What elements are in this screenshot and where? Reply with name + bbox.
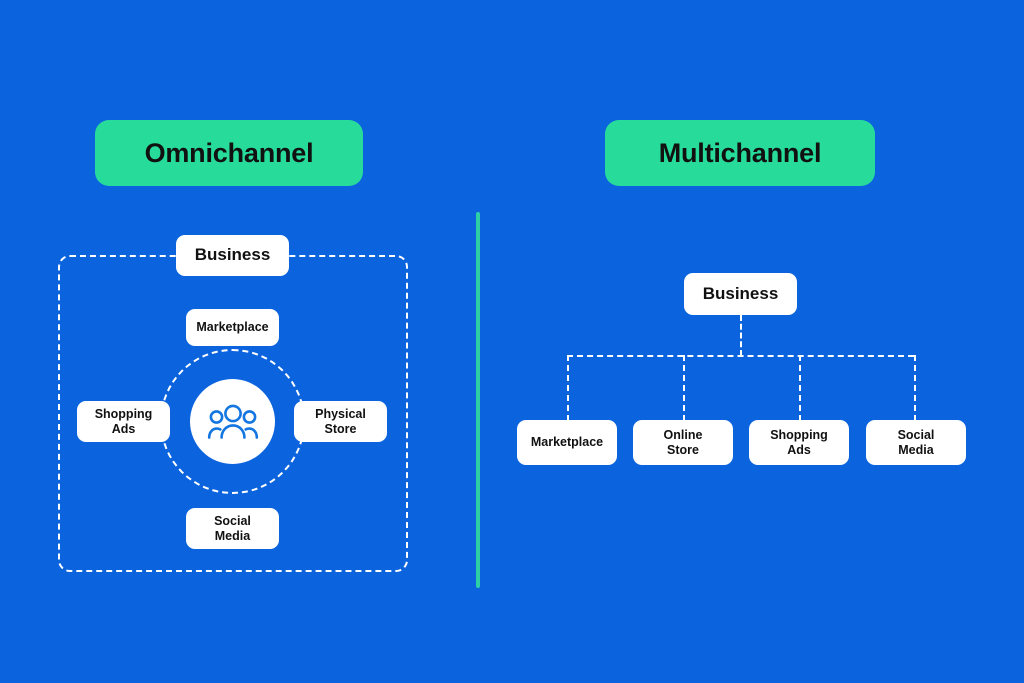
omnichannel-node-physical-store[interactable]: Physical Store — [294, 401, 387, 442]
tree-connector-drop-4 — [914, 355, 916, 421]
node-label: Physical Store — [315, 407, 366, 437]
tree-connector-bus — [567, 355, 914, 357]
omnichannel-node-shopping-ads[interactable]: Shopping Ads — [77, 401, 170, 442]
panel-divider — [476, 212, 480, 588]
node-label-line1: Social — [214, 513, 251, 528]
multichannel-node-social-media[interactable]: Social Media — [866, 420, 966, 465]
people-group-icon — [207, 403, 259, 441]
omnichannel-node-marketplace[interactable]: Marketplace — [186, 309, 279, 346]
diagram-canvas: Omnichannel Multichannel Business Market… — [0, 0, 1024, 683]
multichannel-node-shopping-ads[interactable]: Shopping Ads — [749, 420, 849, 465]
multichannel-node-online-store[interactable]: Online Store — [633, 420, 733, 465]
tree-connector-drop-1 — [567, 355, 569, 421]
node-label-line1: Online — [663, 427, 703, 442]
node-label-line2: Store — [324, 421, 357, 436]
multichannel-header-pill: Multichannel — [605, 120, 875, 186]
tree-connector-root-stem — [740, 315, 742, 356]
node-label: Business — [702, 283, 779, 303]
node-label: Social Media — [214, 514, 251, 544]
omnichannel-header-pill: Omnichannel — [95, 120, 363, 186]
node-label-line1: Physical — [315, 406, 366, 421]
node-label-line2: Store — [667, 442, 699, 457]
multichannel-header-label: Multichannel — [658, 137, 822, 168]
node-label-line2: Media — [898, 442, 934, 457]
omnichannel-node-social-media[interactable]: Social Media — [186, 508, 279, 549]
node-label: Marketplace — [530, 435, 604, 450]
tree-connector-drop-3 — [799, 355, 801, 421]
node-label: Shopping Ads — [95, 407, 153, 437]
customer-center-badge — [190, 379, 275, 464]
node-label-line2: Media — [214, 528, 251, 543]
node-label: Social Media — [898, 428, 935, 458]
omnichannel-header-label: Omnichannel — [144, 137, 314, 168]
node-label: Business — [194, 245, 271, 265]
node-label-line2: Ads — [111, 421, 136, 436]
node-label-line1: Shopping — [770, 427, 828, 442]
node-label: Marketplace — [196, 320, 269, 335]
omnichannel-node-business[interactable]: Business — [176, 235, 289, 276]
node-label: Online Store — [664, 428, 703, 458]
tree-connector-drop-2 — [683, 355, 685, 421]
node-label: Shopping Ads — [770, 428, 828, 458]
node-label-line1: Shopping — [94, 406, 153, 421]
node-label-line1: Social — [897, 427, 935, 442]
node-label-line2: Ads — [787, 442, 811, 457]
multichannel-node-business[interactable]: Business — [684, 273, 797, 315]
multichannel-node-marketplace[interactable]: Marketplace — [517, 420, 617, 465]
